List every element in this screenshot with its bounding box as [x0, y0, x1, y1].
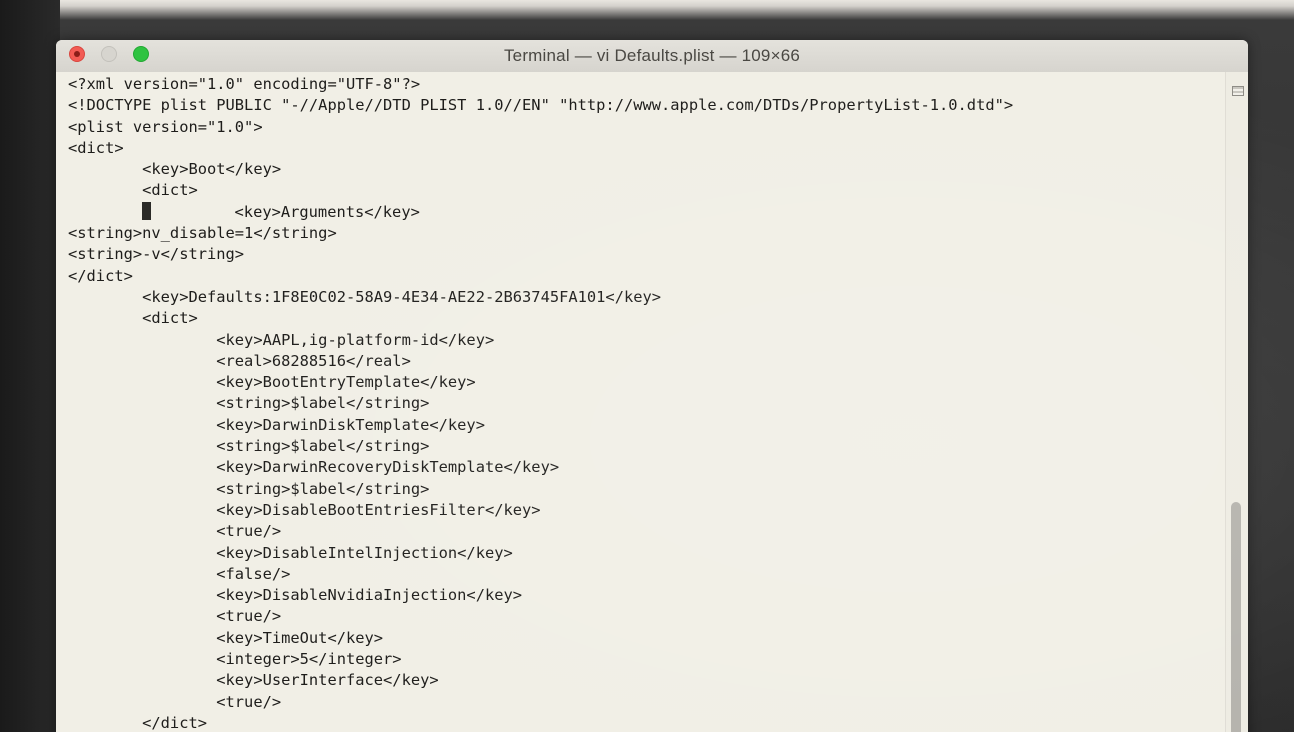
editor-line[interactable]: <key>AAPL,ig-platform-id</key> [68, 330, 1226, 351]
text-cursor [142, 201, 152, 220]
editor-line[interactable]: <?xml version="1.0" encoding="UTF-8"?> [68, 74, 1226, 95]
editor-line[interactable]: <true/> [68, 692, 1226, 713]
title-bar[interactable]: Terminal — vi Defaults.plist — 109×66 [56, 40, 1248, 73]
window-title: Terminal — vi Defaults.plist — 109×66 [503, 46, 801, 65]
editor-line[interactable]: <string>$label</string> [68, 479, 1226, 500]
editor-line[interactable]: <key>Arguments</key> [68, 201, 1226, 223]
editor-line[interactable]: </dict> [68, 713, 1226, 732]
editor-line[interactable]: <key>DisableBootEntriesFilter</key> [68, 500, 1226, 521]
editor-line[interactable]: <dict> [68, 308, 1226, 329]
editor-line[interactable]: <dict> [68, 180, 1226, 201]
editor-line[interactable]: <false/> [68, 564, 1226, 585]
editor-line[interactable]: <key>DisableNvidiaInjection</key> [68, 585, 1226, 606]
photo-stage: Terminal — vi Defaults.plist — 109×66 <?… [0, 0, 1294, 732]
terminal-content[interactable]: <?xml version="1.0" encoding="UTF-8"?> <!… [56, 72, 1226, 732]
editor-buffer[interactable]: <?xml version="1.0" encoding="UTF-8"?> <!… [68, 74, 1226, 732]
editor-line[interactable]: <string>-v</string> [68, 244, 1226, 265]
editor-line[interactable]: </dict> [68, 266, 1226, 287]
editor-line[interactable]: <string>$label</string> [68, 436, 1226, 457]
editor-line[interactable]: <key>DarwinRecoveryDiskTemplate</key> [68, 457, 1226, 478]
editor-line[interactable]: <true/> [68, 521, 1226, 542]
terminal-window: Terminal — vi Defaults.plist — 109×66 <?… [56, 40, 1248, 732]
editor-line[interactable]: <dict> [68, 138, 1226, 159]
editor-line[interactable]: <real>68288516</real> [68, 351, 1226, 372]
scrollbar-thumb[interactable] [1231, 502, 1241, 732]
editor-line[interactable]: <key>Boot</key> [68, 159, 1226, 180]
scroll-marker-icon [1232, 86, 1244, 96]
editor-line[interactable]: <string>$label</string> [68, 393, 1226, 414]
editor-line[interactable]: <!DOCTYPE plist PUBLIC "-//Apple//DTD PL… [68, 95, 1226, 116]
editor-line[interactable]: <key>TimeOut</key> [68, 628, 1226, 649]
editor-line[interactable]: <key>DarwinDiskTemplate</key> [68, 415, 1226, 436]
editor-line[interactable]: <key>Defaults:1F8E0C02-58A9-4E34-AE22-2B… [68, 287, 1226, 308]
editor-line[interactable]: <integer>5</integer> [68, 649, 1226, 670]
editor-line[interactable]: <true/> [68, 606, 1226, 627]
editor-line[interactable]: <key>UserInterface</key> [68, 670, 1226, 691]
monitor-bezel [0, 0, 60, 732]
editor-line[interactable]: <string>nv_disable=1</string> [68, 223, 1226, 244]
editor-line[interactable]: <plist version="1.0"> [68, 117, 1226, 138]
editor-line[interactable]: <key>BootEntryTemplate</key> [68, 372, 1226, 393]
editor-line[interactable]: <key>DisableIntelInjection</key> [68, 543, 1226, 564]
scrollbar[interactable] [1225, 72, 1248, 732]
